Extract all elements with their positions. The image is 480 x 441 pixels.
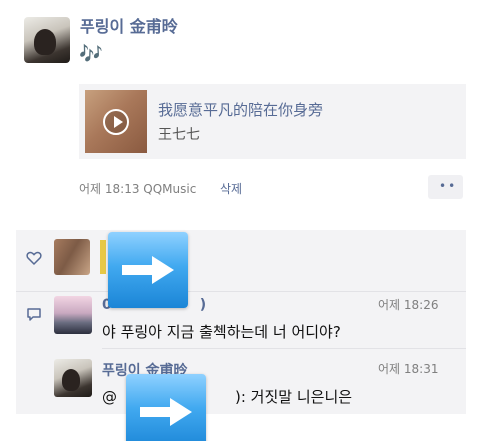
interaction-panel: 0) 어제 18:26 야 푸링아 지금 출첵하는데 너 어디야? 푸링이 金甫… bbox=[16, 230, 466, 414]
more-dots-icon: •• bbox=[439, 179, 458, 193]
divider bbox=[16, 291, 466, 292]
divider bbox=[102, 348, 466, 349]
comment-text-suffix: ): 거짓말 니은니은 bbox=[235, 388, 353, 406]
poster-name[interactable]: 푸링이 金甫昤 bbox=[80, 13, 178, 37]
comment-time: 어제 18:26 bbox=[378, 298, 439, 312]
heart-icon bbox=[26, 251, 42, 266]
mention-prefix: @ bbox=[102, 388, 117, 406]
music-card[interactable]: 我愿意平凡的陪在你身旁 王七七 bbox=[79, 84, 466, 159]
poster-avatar[interactable] bbox=[24, 17, 70, 63]
comment-text[interactable]: 야 푸링아 지금 출첵하는데 너 어디야? bbox=[102, 321, 341, 342]
comment-avatar[interactable] bbox=[54, 359, 92, 397]
liker-avatar[interactable] bbox=[54, 239, 90, 275]
delete-link[interactable]: 삭제 bbox=[220, 180, 242, 197]
more-button[interactable]: •• bbox=[428, 175, 463, 199]
right-arrow-icon bbox=[108, 232, 188, 308]
post-text: 🎶 bbox=[79, 43, 103, 65]
album-cover[interactable] bbox=[85, 90, 147, 153]
comment-icon bbox=[27, 308, 41, 321]
comment-author-suffix: ) bbox=[199, 297, 207, 313]
play-icon[interactable] bbox=[103, 109, 129, 135]
liker-avatar-partial[interactable] bbox=[100, 240, 106, 274]
music-artist: 王七七 bbox=[158, 127, 200, 143]
comment-time: 어제 18:31 bbox=[378, 362, 439, 376]
comment-avatar[interactable] bbox=[54, 296, 92, 334]
music-title: 我愿意平凡的陪在你身旁 bbox=[158, 101, 324, 119]
right-arrow-icon bbox=[126, 374, 206, 441]
post-time-source: 어제 18:13 QQMusic bbox=[79, 182, 197, 196]
